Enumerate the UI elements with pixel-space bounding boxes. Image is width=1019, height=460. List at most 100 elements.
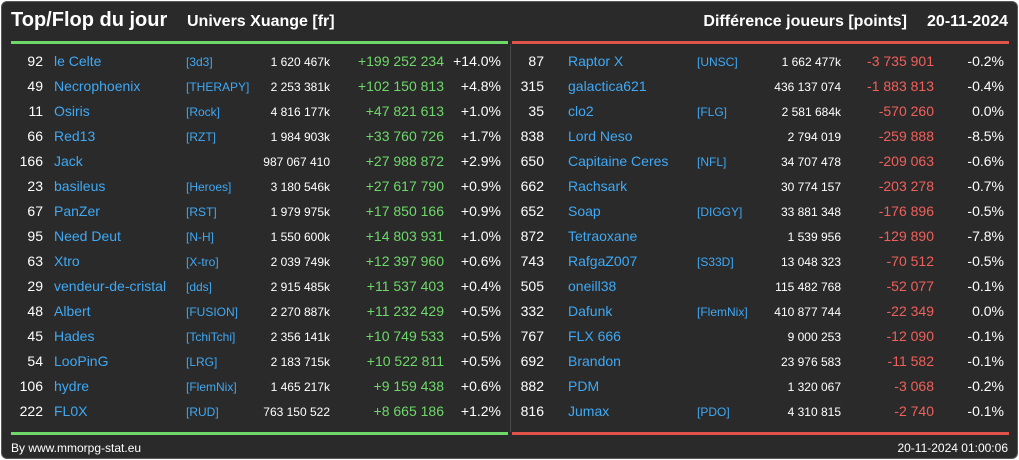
player-name-link[interactable]: Jumax xyxy=(568,403,609,419)
player-name-link[interactable]: Hades xyxy=(54,328,94,344)
alliance-tag-link[interactable]: [NFL] xyxy=(697,155,726,169)
alliance-tag-link[interactable]: [FlemNix] xyxy=(186,380,237,394)
alliance-tag-link[interactable]: [FUSION] xyxy=(186,305,238,319)
alliance-tag-link[interactable]: [LRG] xyxy=(186,355,217,369)
alliance-tag-link[interactable]: [PDO] xyxy=(697,405,730,419)
player-name-link[interactable]: Raptor X xyxy=(568,53,623,69)
player-name-link[interactable]: basileus xyxy=(54,178,105,194)
rank-cell: 692 xyxy=(520,353,544,369)
header: Top/Flop du jour Univers Xuange [fr] Dif… xyxy=(2,2,1017,42)
table-row: 95 Need Deut [N-H] 1 550 600k +14 803 931 +1.… xyxy=(11,224,508,249)
rank-cell: 29 xyxy=(27,278,43,294)
percent-cell: -0.1% xyxy=(967,353,1004,369)
points-cell: 1 662 477k xyxy=(781,55,841,69)
difference-cell: +17 850 166 xyxy=(365,203,444,219)
player-name-link[interactable]: Rachsark xyxy=(568,178,627,194)
player-name-link[interactable]: PDM xyxy=(568,378,599,394)
player-name-link[interactable]: Osiris xyxy=(54,103,90,119)
player-name-link[interactable]: Necrophoenix xyxy=(54,78,140,94)
rank-cell: 882 xyxy=(520,378,544,394)
percent-cell: -7.8% xyxy=(967,228,1004,244)
alliance-tag-link[interactable]: [RST] xyxy=(186,205,217,219)
table-row: 816 Jumax [PDO] 4 310 815 -2 740 -0.1% xyxy=(512,399,1009,424)
alliance-tag-link[interactable]: [DIGGY] xyxy=(697,205,742,219)
table-row: 692 Brandon 23 976 583 -11 582 -0.1% xyxy=(512,349,1009,374)
player-name-link[interactable]: Soap xyxy=(568,203,601,219)
player-name-link[interactable]: FL0X xyxy=(54,403,87,419)
difference-cell: -70 512 xyxy=(886,253,934,269)
player-name-link[interactable]: Lord Neso xyxy=(568,128,633,144)
alliance-tag-link[interactable]: [RZT] xyxy=(186,130,216,144)
percent-cell: +4.8% xyxy=(460,78,501,94)
percent-cell: -0.5% xyxy=(967,203,1004,219)
points-cell: 987 067 410 xyxy=(263,155,330,169)
player-name-link[interactable]: hydre xyxy=(54,378,89,394)
points-cell: 33 881 348 xyxy=(780,205,841,219)
rank-cell: 838 xyxy=(520,128,544,144)
alliance-tag-link[interactable]: [3d3] xyxy=(186,55,213,69)
player-name-link[interactable]: Jack xyxy=(54,153,83,169)
difference-cell: +27 988 872 xyxy=(365,153,444,169)
alliance-tag-link[interactable]: [FlemNix] xyxy=(697,305,748,319)
table-row: 652 Soap [DIGGY] 33 881 348 -176 896 -0.5% xyxy=(512,199,1009,224)
alliance-tag-link[interactable]: [X-tro] xyxy=(186,255,219,269)
percent-cell: -0.4% xyxy=(967,78,1004,94)
rank-cell: 652 xyxy=(520,203,544,219)
player-name-link[interactable]: Albert xyxy=(54,303,91,319)
metric-label: Différence joueurs [points] xyxy=(703,13,907,30)
table-row: 48 Albert [FUSION] 2 270 887k +11 232 429 +0.… xyxy=(11,299,508,324)
difference-cell: +27 617 790 xyxy=(365,178,444,194)
alliance-tag-link[interactable]: [N-H] xyxy=(186,230,214,244)
alliance-tag-link[interactable]: [FLG] xyxy=(697,105,727,119)
points-cell: 34 707 478 xyxy=(780,155,841,169)
rank-cell: 505 xyxy=(520,278,544,294)
rank-cell: 54 xyxy=(27,353,43,369)
player-name-link[interactable]: LooPinG xyxy=(54,353,108,369)
alliance-tag-link[interactable]: [Heroes] xyxy=(186,180,231,194)
points-cell: 115 482 768 xyxy=(775,280,841,294)
percent-cell: +1.7% xyxy=(460,128,501,144)
player-name-link[interactable]: Capitaine Ceres xyxy=(568,153,668,169)
player-name-link[interactable]: Need Deut xyxy=(54,228,121,244)
universe-label: Univers Xuange [fr] xyxy=(187,13,335,30)
player-name-link[interactable]: galactica621 xyxy=(568,78,647,94)
player-name-link[interactable]: le Celte xyxy=(54,53,101,69)
points-cell: 23 976 583 xyxy=(780,355,841,369)
alliance-tag-link[interactable]: [RUD] xyxy=(186,405,219,419)
alliance-tag-link[interactable]: [Rock] xyxy=(186,105,220,119)
points-cell: 2 253 381k xyxy=(270,80,330,94)
alliance-tag-link[interactable]: [dds] xyxy=(186,280,212,294)
alliance-tag-link[interactable]: [TchiTchi] xyxy=(186,330,235,344)
alliance-tag-link[interactable]: [UNSC] xyxy=(697,55,738,69)
player-name-link[interactable]: Brandon xyxy=(568,353,621,369)
table-row: 315 galactica621 436 137 074 -1 883 813 -0.4… xyxy=(512,74,1009,99)
percent-cell: +1.0% xyxy=(460,228,501,244)
points-cell: 4 816 177k xyxy=(270,105,330,119)
player-name-link[interactable]: vendeur-de-cristal xyxy=(54,278,166,294)
table-row: 166 Jack 987 067 410 +27 988 872 +2.9% xyxy=(11,149,508,174)
points-cell: 2 794 019 xyxy=(787,130,841,144)
points-cell: 1 320 067 xyxy=(787,380,841,394)
player-name-link[interactable]: clo2 xyxy=(568,103,594,119)
rank-cell: 92 xyxy=(27,53,43,69)
table-row: 35 clo2 [FLG] 2 581 684k -570 260 0.0% xyxy=(512,99,1009,124)
difference-cell: +10 522 811 xyxy=(366,353,444,369)
player-name-link[interactable]: Xtro xyxy=(54,253,80,269)
difference-cell: -22 349 xyxy=(886,303,934,319)
points-cell: 2 915 485k xyxy=(270,280,330,294)
alliance-tag-link[interactable]: [S33D] xyxy=(697,255,734,269)
player-name-link[interactable]: Tetraoxane xyxy=(568,228,637,244)
points-cell: 13 048 323 xyxy=(780,255,841,269)
percent-cell: -0.1% xyxy=(967,278,1004,294)
player-name-link[interactable]: Red13 xyxy=(54,128,95,144)
player-name-link[interactable]: PanZer xyxy=(54,203,100,219)
player-name-link[interactable]: oneill38 xyxy=(568,278,616,294)
player-name-link[interactable]: Dafunk xyxy=(568,303,612,319)
table-row: 872 Tetraoxane 1 539 956 -129 890 -7.8% xyxy=(512,224,1009,249)
table-row: 222 FL0X [RUD] 763 150 522 +8 665 186 +1.2% xyxy=(11,399,508,424)
difference-cell: +14 803 931 xyxy=(365,228,444,244)
player-name-link[interactable]: RafgaZ007 xyxy=(568,253,637,269)
difference-cell: -209 063 xyxy=(878,153,934,169)
alliance-tag-link[interactable]: [THERAPY] xyxy=(186,80,249,94)
player-name-link[interactable]: FLX 666 xyxy=(568,328,621,344)
